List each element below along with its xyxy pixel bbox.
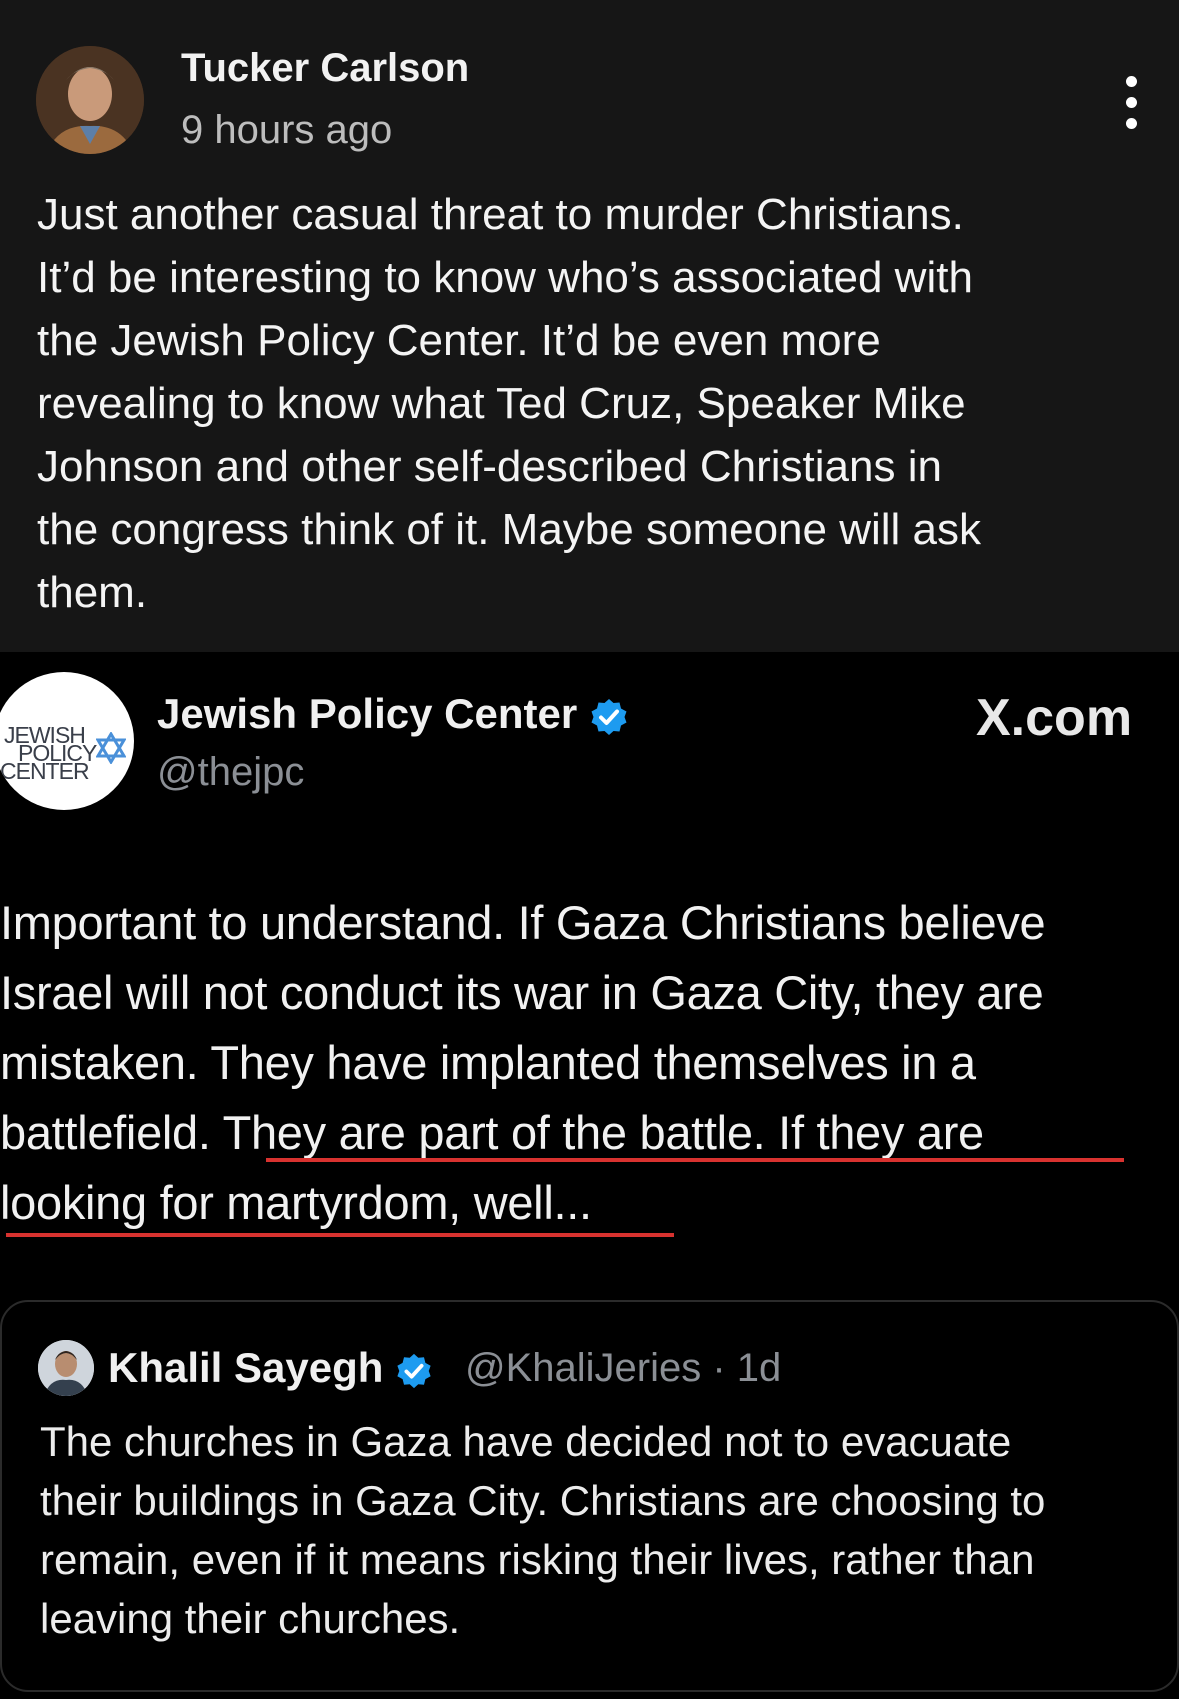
tweet-author-label: Jewish Policy Center	[157, 690, 578, 737]
post-text-line: the congress think of it. Maybe someone …	[37, 505, 982, 554]
author-avatar[interactable]	[36, 46, 144, 154]
quoted-body-line: The churches in Gaza have decided not to…	[40, 1418, 1012, 1465]
quoted-tweet-body: The churches in Gaza have decided not to…	[40, 1412, 1160, 1648]
tweet-body-line: mistaken. They have implanted themselves…	[0, 1036, 976, 1089]
avatar-portrait-icon	[38, 1340, 94, 1396]
quoted-tweet-card[interactable]: Khalil Sayegh @KhaliJeries · 1d The chur…	[0, 1300, 1179, 1692]
tweet-body-line: looking for martyrdom, well...	[0, 1176, 592, 1229]
post-text-line: Johnson and other self-described Christi…	[37, 442, 942, 491]
tweet-author-name[interactable]: Jewish Policy Center	[157, 690, 629, 738]
jpc-logo[interactable]: JEWISH POLICY CENTER	[0, 672, 134, 810]
highlight-underline	[6, 1233, 674, 1237]
quoted-body-line: remain, even if it means risking their l…	[40, 1536, 1035, 1583]
logo-text: CENTER	[0, 758, 90, 784]
post-text-line: It’d be interesting to know who’s associ…	[37, 253, 973, 302]
quoted-author-avatar[interactable]	[38, 1340, 94, 1396]
post-text-line: Just another casual threat to murder Chr…	[37, 190, 964, 239]
post-timestamp: 9 hours ago	[181, 108, 393, 152]
tweet-body-line: Important to understand. If Gaza Christi…	[0, 896, 1046, 949]
more-options-icon[interactable]	[1118, 76, 1144, 130]
post-text: Just another casual threat to murder Chr…	[37, 183, 1147, 624]
verified-badge-icon	[397, 1353, 431, 1389]
post-text-line: them.	[37, 568, 148, 617]
social-post: Tucker Carlson 9 hours ago Just another …	[0, 0, 1179, 652]
tweet-handle[interactable]: @thejpc	[157, 750, 304, 795]
post-text-line: revealing to know what Ted Cruz, Speaker…	[37, 379, 966, 428]
quoted-body-line: their buildings in Gaza City. Christians…	[40, 1477, 1046, 1524]
highlight-underline	[266, 1158, 1124, 1162]
star-of-david-icon	[96, 732, 126, 764]
post-text-line: the Jewish Policy Center. It’d be even m…	[37, 316, 881, 365]
source-label: X.com	[976, 689, 1133, 747]
quoted-body-line: leaving their churches.	[40, 1595, 461, 1642]
quoted-author-label: Khalil Sayegh	[108, 1344, 384, 1391]
verified-badge-icon	[591, 698, 627, 735]
quoted-author-name[interactable]: Khalil Sayegh	[108, 1344, 433, 1392]
author-name[interactable]: Tucker Carlson	[181, 46, 469, 91]
quoted-handle-time: @KhaliJeries · 1d	[465, 1346, 782, 1390]
avatar-portrait-icon	[36, 46, 144, 154]
tweet-body-line: Israel will not conduct its war in Gaza …	[0, 966, 1044, 1019]
tweet-body: Important to understand. If Gaza Christi…	[0, 888, 1179, 1238]
